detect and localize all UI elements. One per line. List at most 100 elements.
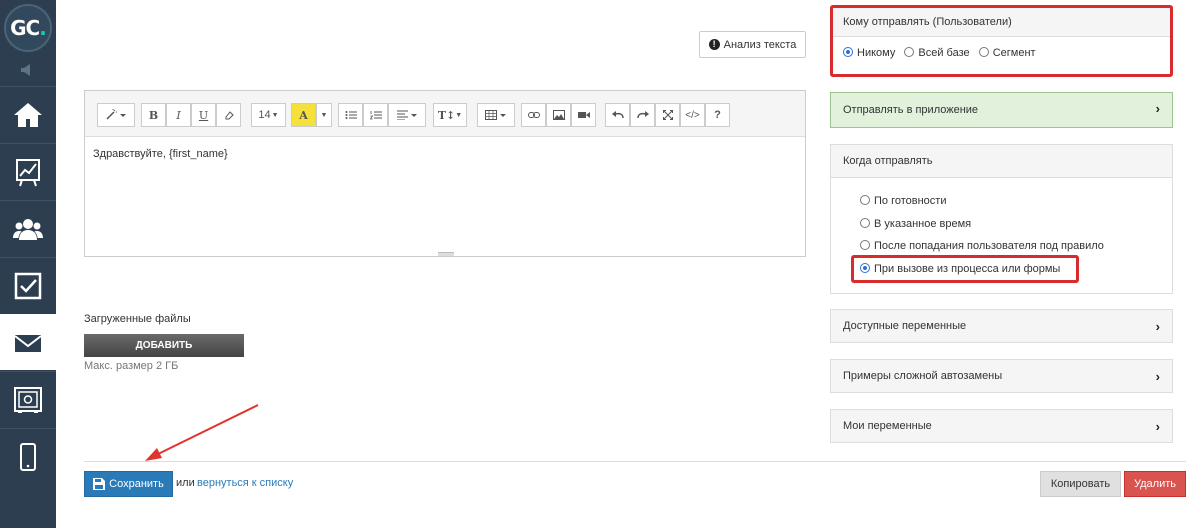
nav-item-messages[interactable] xyxy=(0,314,56,370)
code-icon: </> xyxy=(685,109,700,121)
chevron-right-icon: › xyxy=(1155,369,1160,384)
save-button[interactable]: Сохранить xyxy=(84,471,173,497)
chevron-right-icon: › xyxy=(1155,101,1160,116)
annotation-arrow xyxy=(145,404,259,461)
nav-item-users[interactable] xyxy=(0,200,56,256)
when-title: Когда отправлять xyxy=(831,145,1172,178)
copy-button[interactable]: Копировать xyxy=(1040,471,1121,497)
link-button[interactable] xyxy=(521,103,546,127)
expand-icon xyxy=(662,110,673,120)
megaphone-icon[interactable] xyxy=(18,62,38,78)
users-icon xyxy=(13,218,43,240)
mail-icon xyxy=(14,334,42,352)
nav-item-home[interactable] xyxy=(0,86,56,142)
replacement-examples-section[interactable]: Примеры сложной автозамены › xyxy=(830,359,1173,393)
nav-item-stats[interactable] xyxy=(0,143,56,199)
underline-button[interactable]: U xyxy=(191,103,216,127)
radio-unchecked[interactable] xyxy=(860,240,870,250)
analyze-text-label: Анализ текста xyxy=(723,38,797,51)
recipient-option-nobody[interactable]: Никому xyxy=(843,47,895,59)
redo-button[interactable] xyxy=(630,103,655,127)
recipient-option-label: Никому xyxy=(857,47,896,59)
or-text: или xyxy=(176,477,195,489)
radio-unchecked[interactable] xyxy=(860,195,870,205)
save-label: Сохранить xyxy=(109,478,164,490)
magic-wand-icon xyxy=(106,109,126,120)
highlight-color-dropdown[interactable]: ▼ xyxy=(316,103,332,127)
text-size-select[interactable]: T↕ ▼ xyxy=(433,103,467,127)
recipient-option-segment[interactable]: Сегмент xyxy=(978,47,1036,59)
magic-style-button[interactable] xyxy=(97,103,135,127)
back-to-list-link[interactable]: вернуться к списку xyxy=(197,477,293,489)
nav-item-tasks[interactable] xyxy=(0,257,56,313)
highlight-color-button[interactable]: A xyxy=(291,103,316,127)
exclamation-icon: ! xyxy=(708,39,720,50)
bullet-list-icon xyxy=(345,111,357,119)
editor-content[interactable]: Здравствуйте, {first_name} xyxy=(85,138,805,256)
caret-down-icon: ▼ xyxy=(455,111,463,119)
numbered-list-button[interactable] xyxy=(363,103,388,127)
radio-checked[interactable] xyxy=(843,47,853,57)
logo[interactable]: GC. xyxy=(4,4,52,52)
chevron-right-icon: › xyxy=(1155,419,1160,434)
when-option[interactable]: В указанное время xyxy=(860,213,1172,236)
editor-toolbar: B I U 14 ▼ A ▼ T↕ ▼ </> ? xyxy=(85,91,805,137)
when-option[interactable]: После попадания пользователя под правило xyxy=(860,235,1172,258)
radio-checked[interactable] xyxy=(860,262,870,273)
table-icon xyxy=(485,110,506,120)
code-view-button[interactable]: </> xyxy=(680,103,705,127)
align-left-icon xyxy=(397,110,417,120)
table-select[interactable] xyxy=(477,103,515,127)
nav-item-safe[interactable] xyxy=(0,371,56,427)
image-button[interactable] xyxy=(546,103,571,127)
when-to-send-panel: Когда отправлять По готовности В указанн… xyxy=(830,144,1173,294)
italic-button[interactable]: I xyxy=(166,103,191,127)
sidebar: GC. xyxy=(0,0,56,528)
divider xyxy=(84,461,1186,462)
when-options: По готовности В указанное время После по… xyxy=(831,178,1172,280)
video-icon xyxy=(577,112,590,118)
align-select[interactable] xyxy=(388,103,426,127)
bullet-list-button[interactable] xyxy=(338,103,363,127)
radio-unchecked[interactable] xyxy=(978,47,989,57)
analyze-text-button[interactable]: ! Анализ текста xyxy=(699,31,806,58)
recipients-title: Кому отправлять (Пользователи) xyxy=(831,7,1172,37)
recipients-panel: Кому отправлять (Пользователи) Никому Вс… xyxy=(830,6,1173,76)
font-size-value: 14 xyxy=(258,109,271,121)
when-option[interactable]: По готовности xyxy=(860,190,1172,213)
send-to-app-panel[interactable]: Отправлять в приложение › xyxy=(830,92,1173,128)
bold-button[interactable]: B xyxy=(141,103,166,127)
my-variables-section[interactable]: Мои переменные › xyxy=(830,409,1173,443)
mobile-icon xyxy=(20,442,36,471)
resize-handle[interactable] xyxy=(438,252,454,256)
floppy-disk-icon xyxy=(93,478,106,490)
radio-unchecked[interactable] xyxy=(860,217,870,228)
add-file-button[interactable]: ДОБАВИТЬ xyxy=(84,334,244,357)
max-size-note: Макс. размер 2 ГБ xyxy=(84,360,179,372)
rich-text-editor: B I U 14 ▼ A ▼ T↕ ▼ </> ? Здравствуйте, … xyxy=(84,90,806,257)
delete-button[interactable]: Удалить xyxy=(1124,471,1186,497)
when-option[interactable]: При вызове из процесса или формы xyxy=(860,258,1172,281)
section-label: Доступные переменные xyxy=(843,320,967,332)
undo-icon xyxy=(611,111,624,119)
eraser-icon xyxy=(225,111,234,120)
eraser-button[interactable] xyxy=(216,103,241,127)
uploaded-files-label: Загруженные файлы xyxy=(84,313,191,325)
radio-unchecked[interactable] xyxy=(904,47,915,57)
available-variables-section[interactable]: Доступные переменные › xyxy=(830,309,1173,343)
when-option-label: По готовности xyxy=(874,195,947,207)
undo-button[interactable] xyxy=(605,103,630,127)
font-size-select[interactable]: 14 ▼ xyxy=(251,103,286,127)
image-icon xyxy=(552,110,565,120)
recipients-options: Никому Всей базе Сегмент xyxy=(831,37,1172,67)
recipient-option-all[interactable]: Всей базе xyxy=(904,47,970,59)
nav-item-mobile[interactable] xyxy=(0,428,56,484)
fullscreen-button[interactable] xyxy=(655,103,680,127)
home-icon xyxy=(14,102,42,127)
help-button[interactable]: ? xyxy=(705,103,730,127)
chevron-right-icon: › xyxy=(1155,319,1160,334)
chart-icon xyxy=(16,158,40,186)
caret-down-icon: ▼ xyxy=(271,111,279,119)
video-button[interactable] xyxy=(571,103,596,127)
section-label: Мои переменные xyxy=(843,420,932,432)
